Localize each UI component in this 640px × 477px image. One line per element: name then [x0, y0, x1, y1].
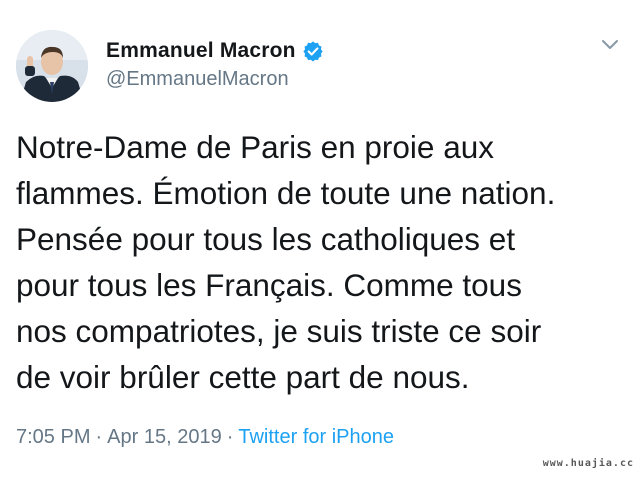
tweet-text-line: flammes. Émotion de toute une nation. [16, 175, 556, 211]
watermark: www.huajia.cc [542, 458, 634, 469]
meta-separator: · [226, 426, 234, 448]
tweet-time[interactable]: 7:05 PM [16, 426, 90, 448]
avatar[interactable] [16, 30, 88, 102]
tweet-card: Emmanuel Macron @EmmanuelMacron Notre-Da… [0, 0, 640, 477]
verified-badge-icon [303, 41, 323, 62]
tweet-text-line: Pensée pour tous les catholiques et [16, 221, 516, 257]
tweet-text-line: pour tous les Français. Comme tous [16, 267, 522, 303]
tweet-date[interactable]: Apr 15, 2019 [107, 426, 222, 448]
author-name-row[interactable]: Emmanuel Macron [106, 36, 324, 66]
tweet-text-line: Notre-Dame de Paris en proie aux [16, 129, 494, 165]
tweet-source-link[interactable]: Twitter for iPhone [238, 426, 394, 448]
tweet-text-line: nos compatriotes, je suis triste ce soir [16, 313, 542, 349]
author-handle[interactable]: @EmmanuelMacron [106, 68, 289, 91]
tweet-metadata: 7:05 PM · Apr 15, 2019 · Twitter for iPhone [16, 426, 394, 449]
chevron-down-icon[interactable] [600, 38, 620, 52]
tweet-text: Notre-Dame de Paris en proie aux flammes… [16, 124, 626, 400]
tweet-text-line: de voir brûler cette part de nous. [16, 359, 470, 395]
meta-separator: · [95, 426, 103, 448]
author-display-name[interactable]: Emmanuel Macron [106, 39, 296, 63]
avatar-photo [16, 30, 88, 102]
